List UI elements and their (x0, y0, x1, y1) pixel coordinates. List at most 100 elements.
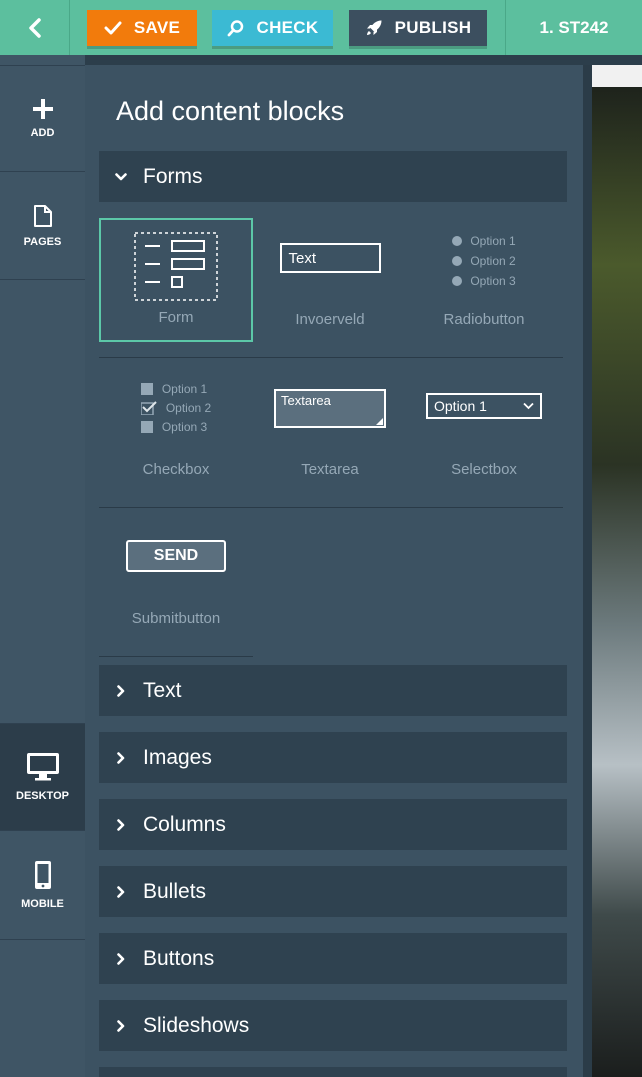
sidebar-item-label: ADD (30, 126, 55, 139)
category-slideshows[interactable]: Slideshows (99, 1000, 567, 1051)
save-button-label: SAVE (133, 18, 181, 37)
category-label: Forms (143, 164, 203, 188)
plus-icon (32, 98, 53, 119)
category-bullets[interactable]: Bullets (99, 866, 567, 917)
content-blocks-panel: Add content blocks Forms Form Text Invoe… (85, 65, 583, 1077)
publish-button-label: PUBLISH (394, 18, 472, 37)
resize-handle-icon (376, 418, 383, 425)
category-label: Columns (143, 812, 226, 836)
chevron-right-icon (99, 818, 143, 831)
category-label: Buttons (143, 946, 215, 970)
panel-scrollbar[interactable] (583, 65, 592, 1077)
sidebar-item-label: PAGES (23, 235, 62, 248)
checkbox-icon (140, 383, 153, 395)
checkbox-option: Option 2 (140, 401, 212, 415)
sidebar-item-mobile[interactable]: MOBILE (0, 831, 85, 940)
chevron-right-icon (99, 751, 143, 764)
chevron-right-icon (99, 684, 143, 697)
textarea-preview: Textarea (274, 389, 386, 428)
publish-button[interactable]: PUBLISH (349, 10, 487, 46)
save-button[interactable]: SAVE (87, 10, 197, 46)
radio-dot-icon (452, 256, 463, 266)
block-label: Submitbutton (131, 610, 221, 627)
checkbox-icon (140, 421, 153, 433)
chevron-down-icon (523, 402, 534, 410)
checkbox-option-label: Option 2 (165, 401, 212, 415)
textarea-preview-text: Textarea (281, 393, 331, 408)
block-label: Checkbox (142, 461, 210, 478)
category-columns[interactable]: Columns (99, 799, 567, 850)
checkbox-checked-icon (140, 401, 157, 415)
check-button-label: CHECK (256, 18, 319, 37)
row-divider (99, 357, 563, 358)
radio-preview: Option 1 Option 2 Option 3 (452, 234, 516, 288)
radio-dot-icon (452, 236, 463, 246)
top-toolbar: SAVE CHECK PUBLISH 1. ST242 (0, 0, 642, 55)
category-forms[interactable]: Forms (99, 151, 567, 202)
category-label: Bullets (143, 879, 207, 903)
sidebar-item-pages[interactable]: PAGES (0, 172, 85, 280)
category-partial[interactable] (99, 1067, 567, 1077)
input-preview-text: Text (288, 249, 317, 267)
panel-title: Add content blocks (116, 96, 345, 126)
radio-option-label: Option 3 (470, 274, 516, 288)
category-label: Slideshows (143, 1013, 250, 1037)
submit-preview: SEND (126, 540, 226, 572)
checkbox-option-label: Option 1 (161, 382, 208, 396)
sidebar-item-label: MOBILE (21, 898, 64, 910)
radio-option: Option 2 (452, 254, 516, 268)
chevron-right-icon (99, 885, 143, 898)
row-divider (99, 507, 563, 508)
desktop-icon (26, 753, 59, 781)
radio-option-label: Option 2 (470, 254, 516, 268)
category-label: Text (143, 678, 182, 702)
select-preview-text: Option 1 (434, 398, 487, 414)
checkbox-preview: Option 1 Option 2 Option 3 (140, 382, 212, 434)
radio-dot-icon (452, 276, 463, 286)
block-label: Form (158, 309, 194, 326)
chevron-right-icon (99, 1019, 143, 1032)
page-icon (33, 204, 52, 227)
category-label: Images (143, 745, 212, 769)
block-selectbox[interactable]: Option 1 Selectbox (407, 368, 561, 492)
project-name: 1. ST242 (539, 17, 609, 37)
block-submitbutton[interactable]: SEND Submitbutton (99, 517, 253, 641)
mobile-icon (34, 861, 51, 889)
chevron-right-icon (99, 952, 143, 965)
radio-option: Option 3 (452, 274, 516, 288)
input-preview: Text (279, 243, 381, 273)
radio-option: Option 1 (452, 234, 516, 248)
chevron-down-icon (99, 171, 143, 183)
row-divider (99, 656, 253, 657)
submit-preview-text: SEND (153, 547, 199, 564)
block-textarea[interactable]: Textarea Textarea (253, 368, 407, 492)
checkbox-option-label: Option 3 (161, 420, 208, 434)
rocket-icon (366, 20, 382, 35)
block-label: Selectbox (451, 461, 517, 478)
block-label: Invoerveld (295, 311, 365, 328)
sidebar-item-label: DESKTOP (16, 790, 69, 802)
left-sidebar: ADD PAGES DESKTOP MOBILE (0, 55, 85, 1077)
category-images[interactable]: Images (99, 732, 567, 783)
category-buttons[interactable]: Buttons (99, 933, 567, 984)
sidebar-item-add[interactable]: ADD (0, 65, 85, 172)
block-checkbox[interactable]: Option 1 Option 2 Option 3 Checkbox (99, 368, 253, 492)
sidebar-item-desktop[interactable]: DESKTOP (0, 723, 85, 831)
block-label: Textarea (301, 461, 359, 478)
form-icon (134, 232, 218, 301)
back-button[interactable] (0, 0, 70, 55)
block-input[interactable]: Text Invoerveld (253, 218, 407, 342)
page-preview (592, 65, 642, 1077)
block-radiobutton[interactable]: Option 1 Option 2 Option 3 Radiobutton (407, 218, 561, 342)
check-button[interactable]: CHECK (212, 10, 333, 46)
checkbox-option: Option 3 (140, 420, 211, 434)
search-icon (227, 20, 243, 37)
checkbox-option: Option 1 (140, 382, 211, 396)
category-text[interactable]: Text (99, 665, 567, 716)
checkmark-icon (104, 21, 122, 35)
select-preview: Option 1 (426, 393, 542, 419)
chevron-left-icon (28, 17, 41, 38)
project-selector[interactable]: 1. ST242 (505, 0, 642, 55)
block-label: Radiobutton (443, 311, 525, 328)
block-form[interactable]: Form (99, 218, 253, 342)
